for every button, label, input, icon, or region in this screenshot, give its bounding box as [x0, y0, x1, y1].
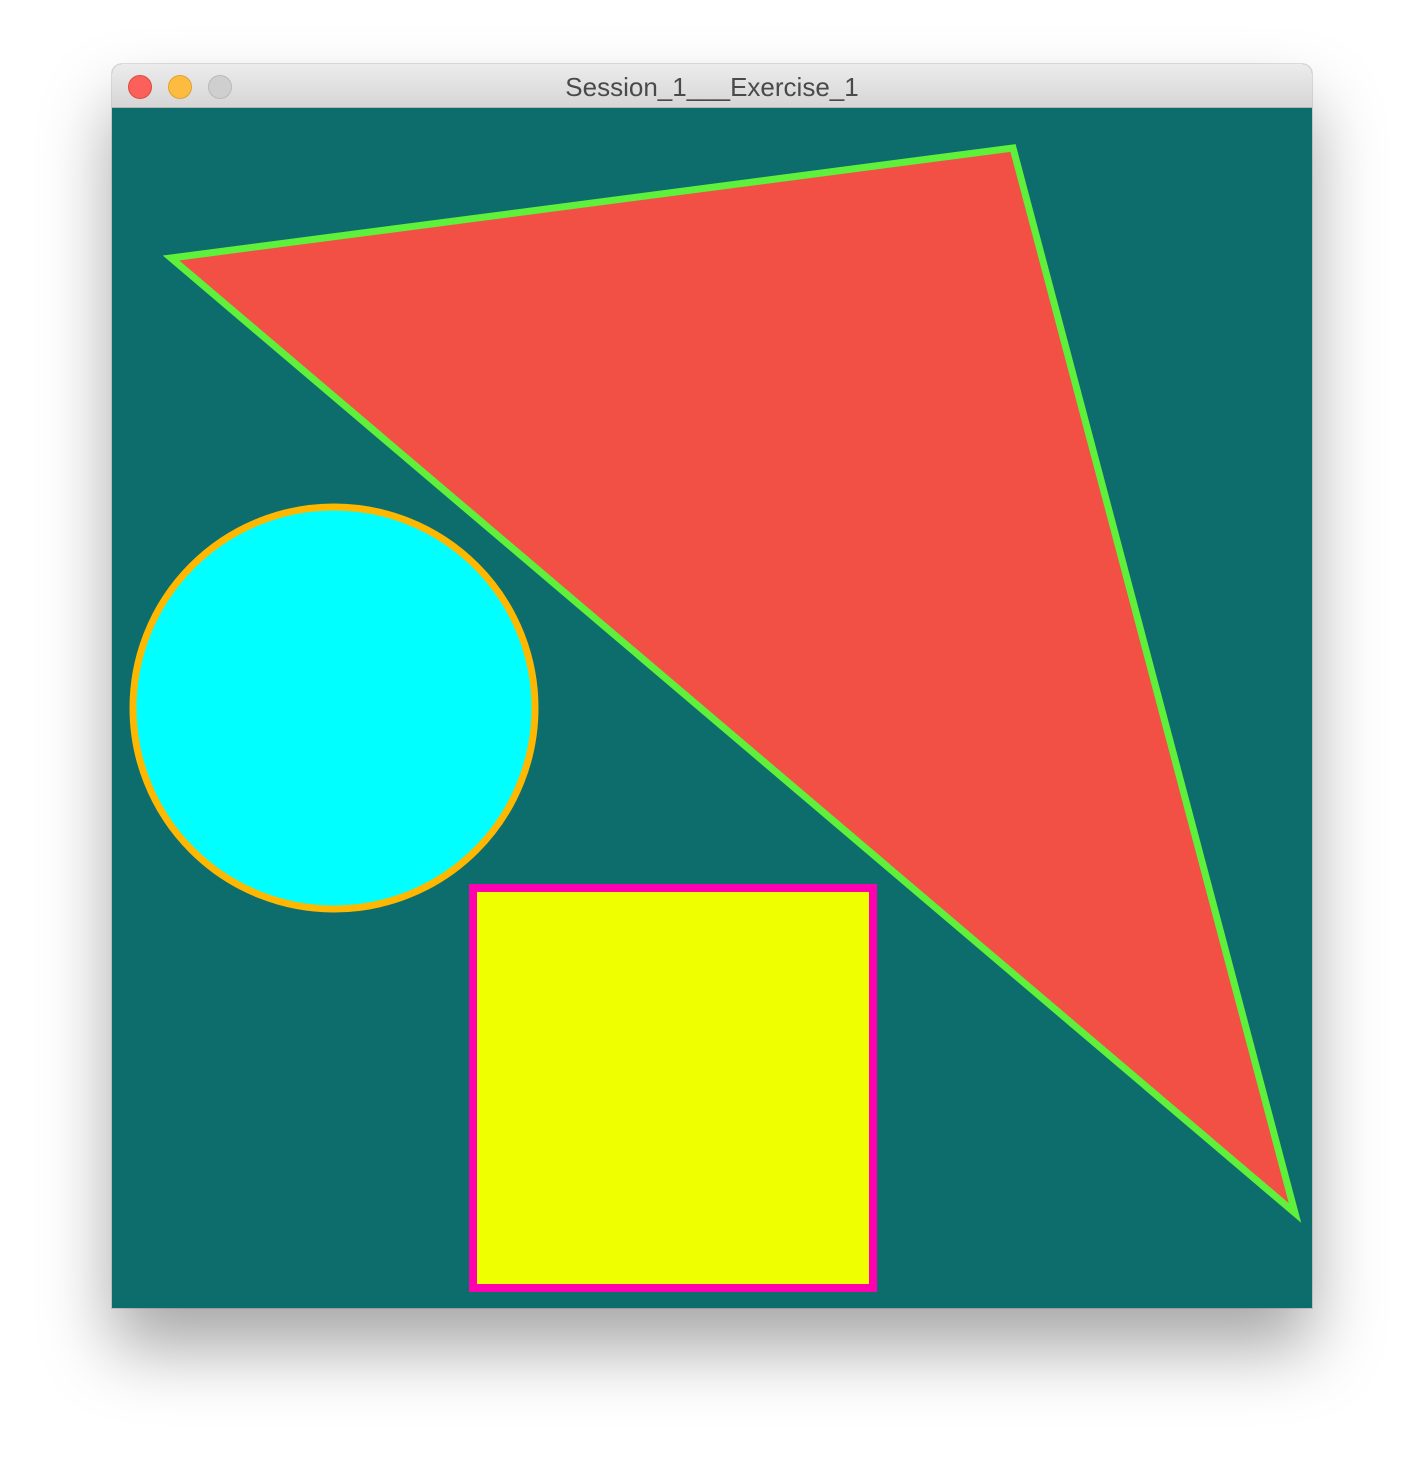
window-title: Session_1___Exercise_1	[565, 72, 859, 102]
drawing-canvas	[112, 108, 1312, 1308]
circle-shape	[129, 503, 539, 913]
square-shape	[469, 884, 877, 1292]
title-bar[interactable]: Session_1___Exercise_1	[112, 64, 1312, 108]
canvas-svg	[129, 144, 1302, 1292]
app-window: Session_1___Exercise_1	[112, 64, 1312, 1308]
